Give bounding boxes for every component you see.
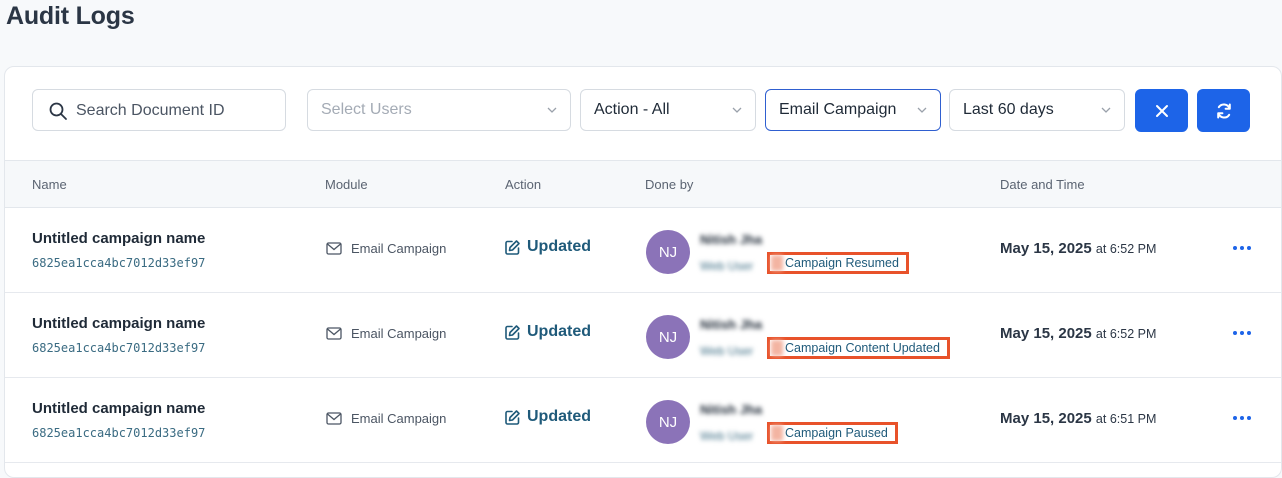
mail-icon (326, 327, 342, 340)
action-label: Updated (527, 408, 591, 425)
action-label: Updated (527, 323, 591, 340)
action-cell: Updated (504, 323, 591, 341)
column-header-date-time: Date and Time (1000, 177, 1085, 192)
row-actions-button[interactable] (1230, 406, 1254, 430)
table-row[interactable]: Untitled campaign name 6825ea1cca4bc7012… (5, 378, 1281, 463)
users-select[interactable]: Select Users (307, 89, 571, 131)
user-name: Nitish Jha (700, 402, 763, 417)
more-horizontal-icon (1233, 416, 1251, 420)
table-header: Name Module Action Done by Date and Time (5, 160, 1281, 208)
module-cell: Email Campaign (326, 411, 446, 426)
table-row[interactable]: Untitled campaign name 6825ea1cca4bc7012… (5, 208, 1281, 293)
avatar: NJ (646, 230, 690, 274)
user-role: Web User (700, 259, 754, 273)
module-cell: Email Campaign (326, 241, 446, 256)
edit-icon (505, 239, 520, 255)
column-header-name: Name (32, 177, 67, 192)
action-cell: Updated (504, 238, 591, 256)
module-label: Email Campaign (351, 411, 447, 426)
row-actions-button[interactable] (1230, 321, 1254, 345)
users-select-placeholder: Select Users (321, 101, 412, 118)
campaign-name: Untitled campaign name (32, 315, 206, 332)
search-input[interactable] (74, 98, 268, 124)
user-name: Nitish Jha (700, 317, 763, 332)
date: May 15, 2025 (1000, 325, 1092, 342)
search-box[interactable] (32, 89, 286, 131)
more-horizontal-icon (1233, 331, 1251, 335)
action-select-value: Action - All (594, 101, 670, 118)
date-range-select-value: Last 60 days (963, 101, 1054, 118)
document-id: 6825ea1cca4bc7012d33ef97 (32, 341, 206, 355)
document-id: 6825ea1cca4bc7012d33ef97 (32, 426, 206, 440)
event-description: Campaign Paused (767, 422, 898, 444)
event-description: Campaign Content Updated (767, 337, 950, 359)
chevron-down-icon (547, 107, 557, 113)
chevron-down-icon (1101, 107, 1111, 113)
time: at 6:52 PM (1095, 327, 1157, 341)
campaign-name: Untitled campaign name (32, 230, 206, 247)
campaign-name: Untitled campaign name (32, 400, 206, 417)
clear-filters-button[interactable] (1135, 89, 1188, 132)
action-cell: Updated (504, 408, 591, 426)
avatar: NJ (646, 400, 690, 444)
row-actions-button[interactable] (1230, 236, 1254, 260)
module-select-value: Email Campaign (779, 101, 897, 118)
edit-icon (505, 409, 520, 425)
module-label: Email Campaign (351, 241, 447, 256)
column-header-module: Module (325, 177, 368, 192)
chevron-down-icon (732, 107, 742, 113)
module-label: Email Campaign (351, 326, 447, 341)
time: at 6:52 PM (1095, 242, 1157, 256)
chevron-down-icon (917, 107, 927, 113)
more-horizontal-icon (1233, 246, 1251, 250)
date: May 15, 2025 (1000, 240, 1092, 257)
edit-icon (505, 324, 520, 340)
date-time: May 15, 2025 at 6:52 PM (1000, 325, 1156, 342)
user-role: Web User (700, 429, 754, 443)
user-name: Nitish Jha (700, 232, 763, 247)
action-select[interactable]: Action - All (580, 89, 756, 131)
date-time: May 15, 2025 at 6:52 PM (1000, 240, 1156, 257)
search-icon (49, 102, 67, 120)
action-label: Updated (527, 238, 591, 255)
close-icon (1155, 104, 1168, 117)
date-time: May 15, 2025 at 6:51 PM (1000, 410, 1156, 427)
mail-icon (326, 242, 342, 255)
column-header-done-by: Done by (645, 177, 694, 192)
time: at 6:51 PM (1095, 412, 1157, 426)
refresh-button[interactable] (1197, 89, 1250, 132)
document-id: 6825ea1cca4bc7012d33ef97 (32, 256, 206, 270)
column-header-action: Action (505, 177, 542, 192)
event-description: Campaign Resumed (767, 252, 909, 274)
avatar: NJ (646, 315, 690, 359)
module-select[interactable]: Email Campaign (765, 89, 941, 131)
mail-icon (326, 412, 342, 425)
module-cell: Email Campaign (326, 326, 446, 341)
date: May 15, 2025 (1000, 410, 1092, 427)
page-title: Audit Logs (6, 2, 135, 30)
filter-bar: Select Users Action - All Email Campaign… (5, 67, 1281, 160)
user-role: Web User (700, 344, 754, 358)
table-row[interactable]: Untitled campaign name 6825ea1cca4bc7012… (5, 293, 1281, 378)
audit-log-card: Select Users Action - All Email Campaign… (4, 66, 1282, 478)
date-range-select[interactable]: Last 60 days (949, 89, 1125, 131)
refresh-icon (1216, 102, 1231, 119)
